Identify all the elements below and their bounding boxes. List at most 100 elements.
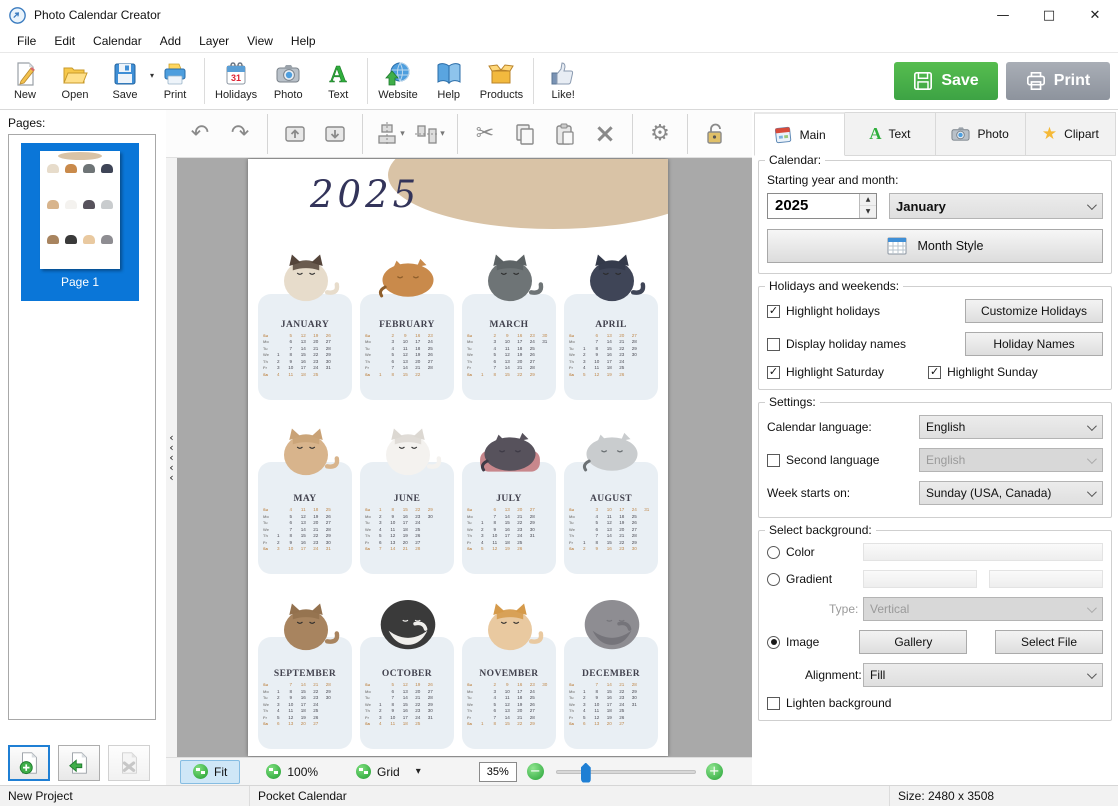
undo-button[interactable]: ↶ xyxy=(180,115,220,153)
highlight-holidays-checkbox[interactable]: ✓ xyxy=(767,305,780,318)
second-language-checkbox[interactable] xyxy=(767,454,780,467)
cat-illustration xyxy=(466,593,554,651)
save-button[interactable]: Save ▾ xyxy=(100,55,150,107)
page-thumbnail-selected[interactable]: Page 1 xyxy=(21,143,139,301)
import-page-button[interactable] xyxy=(58,745,100,781)
holidays-button[interactable]: 31 Holidays xyxy=(209,55,263,107)
alignment-select[interactable]: Fill xyxy=(863,663,1103,687)
image-radio[interactable] xyxy=(767,636,780,649)
menu-calendar[interactable]: Calendar xyxy=(84,31,151,51)
display-holiday-names-checkbox[interactable] xyxy=(767,338,780,351)
help-button[interactable]: Help xyxy=(424,55,474,107)
week-starts-select[interactable]: Sunday (USA, Canada) xyxy=(919,481,1103,505)
print-button[interactable]: Print xyxy=(150,55,200,107)
print-project-button[interactable]: Print xyxy=(1006,62,1110,100)
cut-button[interactable]: ✂ xyxy=(465,115,505,153)
page-settings-button[interactable]: ⚙ xyxy=(640,115,680,153)
menu-add[interactable]: Add xyxy=(151,31,190,51)
grid-button[interactable]: Grid ▾ xyxy=(344,760,433,784)
align-vertical-button[interactable]: ▾ xyxy=(410,115,450,153)
like-button[interactable]: Like! xyxy=(538,55,588,107)
zoom-in-button[interactable]: + xyxy=(706,763,723,780)
align-horizontal-icon xyxy=(375,122,399,146)
menu-layer[interactable]: Layer xyxy=(190,31,238,51)
menu-help[interactable]: Help xyxy=(282,31,325,51)
image-label: Image xyxy=(786,635,819,649)
cat-illustration xyxy=(262,418,350,476)
calendar-language-select[interactable]: English xyxy=(919,415,1103,439)
zoom-slider[interactable] xyxy=(556,770,696,774)
redo-button[interactable]: ↷ xyxy=(220,115,260,153)
color-radio[interactable] xyxy=(767,546,780,559)
open-button[interactable]: Open xyxy=(50,55,100,107)
highlight-sunday-checkbox[interactable]: ✓ xyxy=(928,366,941,379)
products-button[interactable]: Products xyxy=(474,55,529,107)
minimize-button[interactable]: — xyxy=(980,0,1026,30)
zoom-slider-thumb[interactable] xyxy=(581,763,591,783)
year-value[interactable]: 2025 xyxy=(768,194,859,218)
menu-edit[interactable]: Edit xyxy=(45,31,84,51)
fit-button[interactable]: Fit xyxy=(180,760,240,784)
bring-forward-button[interactable] xyxy=(275,115,315,153)
scissors-icon: ✂ xyxy=(476,121,494,146)
settings-group: Settings: Calendar language: English Sec… xyxy=(758,402,1112,518)
save-project-button[interactable]: Save xyxy=(894,62,998,100)
color-swatch[interactable] xyxy=(863,543,1103,561)
text-button[interactable]: A Text xyxy=(313,55,363,107)
delete-button[interactable]: × xyxy=(585,115,625,153)
year-spinner[interactable]: 2025 ▲ ▼ xyxy=(767,193,877,219)
customize-holidays-button[interactable]: Customize Holidays xyxy=(965,299,1103,323)
month-block: January Su5121926Mo6132027Tu7142128We181… xyxy=(258,231,352,402)
gallery-button[interactable]: Gallery xyxy=(859,630,967,654)
calendar-page[interactable]: 2025 January Su5121926Mo6132027Tu7142128… xyxy=(248,159,668,756)
tab-text[interactable]: A Text xyxy=(845,112,935,156)
photo-button[interactable]: Photo xyxy=(263,55,313,107)
grid-dropdown-caret[interactable]: ▾ xyxy=(416,766,421,777)
add-page-icon xyxy=(17,751,41,775)
align-horizontal-button[interactable]: ▾ xyxy=(370,115,410,153)
month-select[interactable]: January xyxy=(889,193,1103,219)
paste-button[interactable] xyxy=(545,115,585,153)
lock-button[interactable] xyxy=(695,115,735,153)
cat-illustration xyxy=(364,593,452,651)
tab-clipart[interactable]: ★ Clipart xyxy=(1026,112,1116,156)
gradient-swatch-end[interactable] xyxy=(989,570,1103,588)
select-file-button[interactable]: Select File xyxy=(995,630,1103,654)
holiday-names-button[interactable]: Holiday Names xyxy=(965,332,1103,356)
month-name: May xyxy=(263,494,347,504)
maximize-button[interactable]: □ xyxy=(1026,0,1072,30)
year-down-button[interactable]: ▼ xyxy=(860,206,876,218)
close-button[interactable]: ✕ xyxy=(1072,0,1118,30)
save-floppy-icon xyxy=(112,61,138,87)
gradient-swatch-start[interactable] xyxy=(863,570,977,588)
highlight-saturday-checkbox[interactable]: ✓ xyxy=(767,366,780,379)
panel-collapse-splitter[interactable]: ‹ ‹ ‹ ‹ ‹ xyxy=(166,158,177,757)
copy-button[interactable] xyxy=(505,115,545,153)
month-mini-grid: Su7142128Mo18152229Tu29162330We3101724Th… xyxy=(263,682,347,726)
new-button[interactable]: New xyxy=(0,55,50,107)
save-floppy-white-icon xyxy=(913,71,933,91)
tab-photo[interactable]: Photo xyxy=(936,112,1026,156)
add-page-button[interactable] xyxy=(8,745,50,781)
zoom-out-button[interactable]: − xyxy=(527,763,544,780)
gradient-radio[interactable] xyxy=(767,573,780,586)
month-style-calendar-icon xyxy=(886,235,908,257)
canvas-area[interactable]: ‹ ‹ ‹ ‹ ‹ 2025 January Su5121926Mo613202… xyxy=(166,158,752,757)
tab-main[interactable]: Main xyxy=(754,112,845,156)
zoom-value-input[interactable]: 35% xyxy=(479,762,517,782)
import-page-icon xyxy=(67,751,91,775)
send-backward-button[interactable] xyxy=(315,115,355,153)
page-thumbnail-preview xyxy=(40,151,120,269)
main-tab-panel: Calendar: Starting year and month: 2025 … xyxy=(758,160,1112,733)
website-button[interactable]: Website xyxy=(372,55,424,107)
decor-blob xyxy=(388,159,668,229)
year-up-button[interactable]: ▲ xyxy=(860,194,876,206)
align-horizontal-caret: ▾ xyxy=(400,129,405,139)
zoom-100-button[interactable]: 100% xyxy=(254,760,330,784)
menu-file[interactable]: File xyxy=(8,31,45,51)
menu-view[interactable]: View xyxy=(238,31,282,51)
delete-page-button[interactable] xyxy=(108,745,150,781)
month-style-button[interactable]: Month Style xyxy=(767,229,1103,263)
cat-illustration xyxy=(568,418,656,476)
lighten-background-checkbox[interactable] xyxy=(767,697,780,710)
